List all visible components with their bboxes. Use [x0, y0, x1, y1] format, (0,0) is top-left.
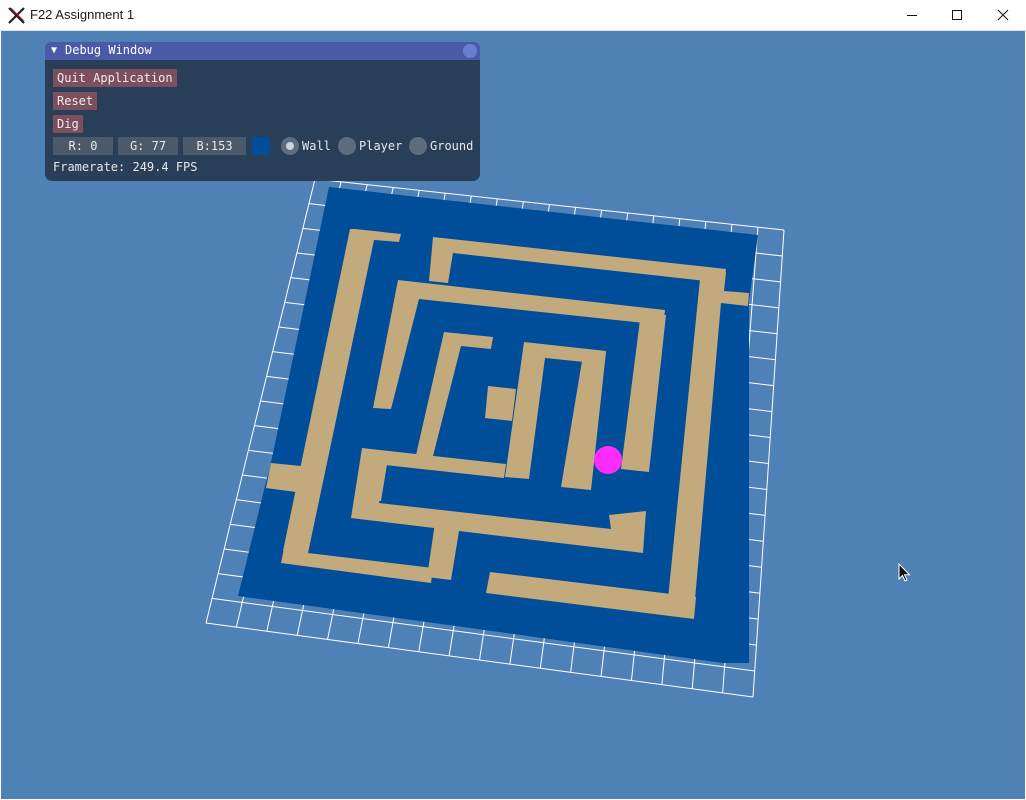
maximize-icon: [952, 10, 962, 20]
grid-line: [752, 229, 785, 698]
debug-window-close-icon[interactable]: [463, 44, 477, 58]
debug-window-titlebar[interactable]: ▼ Debug Window: [45, 42, 480, 60]
radio-selected-dot: [286, 142, 294, 150]
player-marker: [594, 446, 622, 474]
minimize-icon: [907, 15, 917, 16]
quit-application-button[interactable]: Quit Application: [53, 69, 177, 87]
framerate-value: 249.4 FPS: [132, 160, 198, 174]
red-slider[interactable]: R: 0: [53, 137, 113, 155]
render-viewport[interactable]: ▼ Debug Window Quit Application Reset Di…: [1, 31, 1025, 799]
collapse-triangle-icon[interactable]: ▼: [51, 45, 57, 56]
maximize-button[interactable]: [934, 0, 980, 31]
green-slider[interactable]: G: 77: [118, 137, 178, 155]
framerate-label: Framerate:: [53, 160, 126, 174]
window-title: F22 Assignment 1: [30, 7, 135, 22]
color-preview-swatch[interactable]: [252, 137, 270, 155]
player-radio[interactable]: [338, 137, 356, 155]
player-radio-label: Player: [359, 139, 403, 153]
close-icon: [997, 9, 1009, 21]
framerate-readout: Framerate: 249.4 FPS: [53, 160, 198, 174]
blue-slider[interactable]: B:153: [183, 137, 246, 155]
reset-button[interactable]: Reset: [53, 92, 98, 110]
debug-window-title: Debug Window: [65, 43, 152, 57]
window-titlebar: F22 Assignment 1: [0, 0, 1026, 31]
mouse-cursor-icon: [898, 563, 911, 582]
minimize-button[interactable]: [889, 0, 935, 31]
close-button[interactable]: [980, 0, 1026, 31]
ground-radio-label: Ground: [430, 139, 474, 153]
ground-radio[interactable]: [409, 137, 427, 155]
wall-radio[interactable]: [281, 137, 299, 155]
app-x-icon: [8, 7, 25, 24]
debug-window[interactable]: ▼ Debug Window Quit Application Reset Di…: [45, 42, 480, 181]
wall-radio-label: Wall: [302, 139, 331, 153]
dig-button[interactable]: Dig: [53, 115, 83, 133]
